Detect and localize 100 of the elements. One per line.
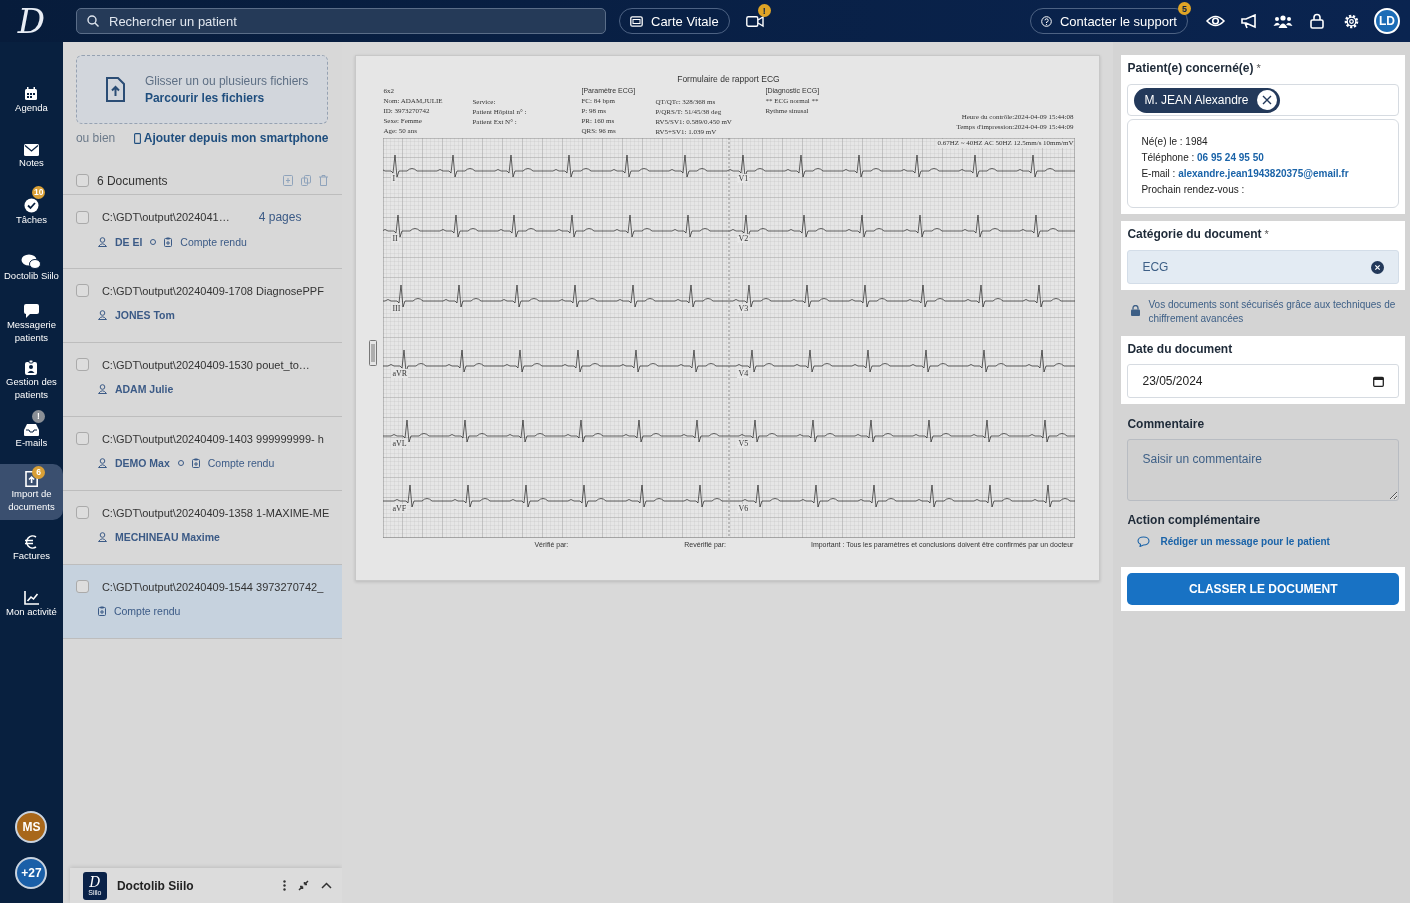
next-appointment: Prochain rendez-vous :	[1141, 184, 1246, 195]
lead-label: V6	[737, 504, 750, 513]
euro-icon	[25, 534, 38, 549]
file-name: C:\GDT\output\20240409-1708 DiagnosePPF	[101, 284, 324, 297]
date-field[interactable]: 23/05/2024	[1127, 364, 1399, 398]
nav-item[interactable]: Mon activité	[0, 576, 63, 632]
file-name: C:\GDT\output\2024041…	[101, 211, 230, 223]
required-mark: *	[1256, 62, 1261, 74]
nav-item[interactable]: Agenda	[0, 72, 63, 128]
document-count: 6 Documents	[96, 173, 169, 188]
check-circle-icon	[23, 198, 39, 213]
field-label: Action complémentaire	[1127, 513, 1261, 527]
lock-icon	[1131, 305, 1141, 316]
speech-bubble-icon	[1137, 536, 1151, 547]
browse-link[interactable]: Parcourir les fichiers	[144, 91, 309, 105]
search-field[interactable]: Rechercher un patient	[109, 10, 595, 32]
nav-item[interactable]: Notes	[0, 128, 63, 184]
nav-item[interactable]: ! E-mails	[0, 408, 63, 464]
lead-label: V4	[737, 369, 750, 378]
document-type: Compte rendu	[113, 605, 181, 617]
patient-name: DE El	[114, 236, 143, 248]
lead-label: V5	[737, 439, 750, 448]
field-label: Date du document	[1127, 342, 1233, 356]
merge-icon	[283, 175, 294, 186]
file-name: C:\GDT\output\20240409-1530 pouet_to…	[101, 358, 310, 371]
category-field[interactable]: ECG	[1127, 250, 1399, 284]
nav-item[interactable]: 6 Import de documents	[0, 464, 63, 520]
lead-label: aVR	[391, 369, 409, 378]
person-icon	[97, 310, 107, 320]
patient-name: ADAM Julie	[114, 383, 174, 395]
count-badge: !	[32, 410, 45, 423]
phone-text: Téléphone : 06 95 24 95 50	[1141, 152, 1265, 163]
user-avatar[interactable]: LD	[1374, 8, 1400, 34]
user-avatar[interactable]: MS	[15, 811, 48, 843]
checkbox[interactable]	[75, 580, 89, 593]
drop-hint: Glisser un ou plusieurs fichiers	[144, 74, 309, 88]
person-icon	[97, 458, 107, 468]
collapse-icon	[298, 880, 310, 891]
nav-item[interactable]: Messagerie patients	[0, 296, 63, 352]
checkbox[interactable]	[75, 174, 89, 187]
card-icon	[630, 15, 643, 27]
message-link[interactable]: Rédiger un message pour le patient	[1137, 536, 1330, 547]
document-title: Formulaire de rapport ECG	[677, 74, 780, 84]
required-mark: *	[1264, 228, 1269, 240]
page-count: 4 pages	[258, 210, 302, 224]
lead-label: II	[391, 234, 399, 243]
checkbox[interactable]	[75, 358, 89, 371]
patient-field[interactable]: M. JEAN Alexandre	[1127, 84, 1399, 116]
clear-icon[interactable]	[1371, 260, 1384, 274]
badge-icon	[25, 359, 38, 375]
notification-badge: !	[757, 4, 771, 17]
field-label: Commentaire	[1127, 417, 1205, 431]
phone-icon	[133, 132, 141, 144]
clipboard-icon	[191, 458, 200, 468]
inbox-icon	[23, 423, 39, 436]
help-icon	[1040, 15, 1052, 27]
file-name: C:\GDT\output\20240409-1544 3973270742_	[101, 580, 324, 593]
search-bar[interactable]: Rechercher un patient	[76, 8, 606, 34]
nav-item[interactable]: Factures	[0, 520, 63, 576]
lead-label: V2	[737, 234, 750, 243]
checkbox[interactable]	[75, 506, 89, 519]
comment-field[interactable]: Saisir un commentaire	[1127, 439, 1399, 501]
trash-icon	[319, 175, 329, 186]
calendar-icon	[24, 86, 39, 101]
checkbox[interactable]	[75, 210, 89, 224]
lead-label: III	[391, 304, 402, 313]
document-row[interactable]: C:\GDT\output\20240409-1544 3973270742_ Compte rendu	[62, 565, 343, 639]
count-badge: 10	[32, 186, 46, 199]
widget-title: Doctolib Siilo	[116, 878, 195, 893]
or-text: ou bien	[75, 131, 116, 145]
lead-label: aVL	[391, 439, 408, 448]
nav-item[interactable]: Doctolib Siilo	[0, 240, 63, 296]
email-text: E-mail : alexandre.jean1943820375@email.fr	[1141, 168, 1350, 179]
nav-item[interactable]: Gestion des patients	[0, 352, 63, 408]
drop-zone[interactable]: Glisser un ou plusieurs fichiers Parcourir les fichiers	[75, 55, 329, 124]
logo[interactable]: D	[0, 0, 63, 42]
checkbox[interactable]	[75, 284, 89, 297]
document-type: Compte rendu	[180, 236, 247, 248]
file-upload-icon	[24, 471, 38, 487]
user-avatar[interactable]: +27	[15, 857, 48, 889]
smartphone-link[interactable]: Ajouter depuis mon smartphone	[133, 131, 329, 145]
patient-chip[interactable]: M. JEAN Alexandre	[1134, 87, 1280, 113]
lead-label: V1	[737, 174, 750, 183]
copy-icon	[301, 175, 312, 186]
document-type: Compte rendu	[207, 457, 275, 469]
envelope-icon	[23, 143, 39, 156]
search-icon	[87, 15, 99, 27]
lead-label: I	[391, 174, 397, 183]
nav-item[interactable]: 10 Tâches	[0, 184, 63, 240]
field-label: Patient(e) concerné(e)	[1127, 61, 1254, 75]
person-icon	[97, 237, 107, 247]
close-icon[interactable]	[1256, 90, 1277, 110]
speech-bubble-icon	[23, 304, 39, 318]
checkbox[interactable]	[75, 432, 89, 445]
birth-date: Né(e) le : 1984	[1141, 136, 1209, 147]
file-upload-icon	[104, 77, 125, 102]
calendar-icon[interactable]	[1373, 375, 1384, 387]
submit-button[interactable]: CLASSER LE DOCUMENT	[1127, 573, 1399, 605]
lead-label: aVF	[391, 504, 408, 513]
security-note: Vos documents sont sécurisés grâce aux techniques de chiffrement avancées	[1148, 298, 1397, 326]
